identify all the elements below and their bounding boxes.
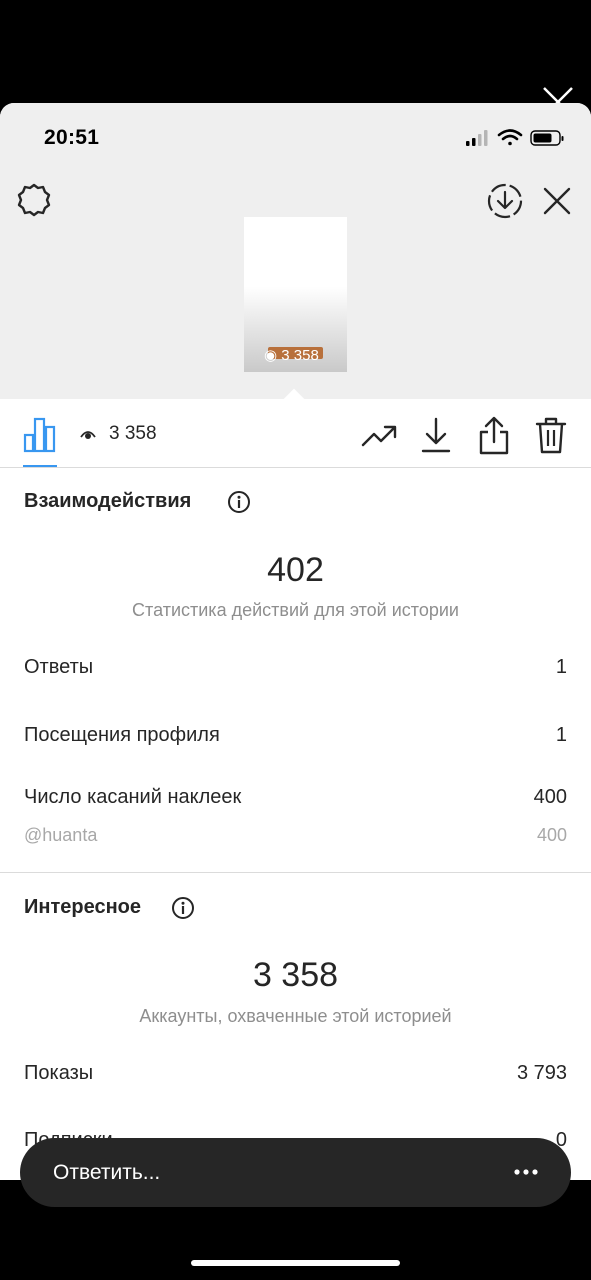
discovery-info-icon[interactable]: [171, 896, 195, 920]
insights-sheet: 20:51 ◉ 3 358 3 358 Взаимодействия 402 С…: [0, 103, 591, 1180]
insights-toolbar: 3 358: [0, 399, 591, 468]
profile-visits-value: 1: [555, 724, 567, 746]
interactions-caption: Статистика действий для этой истории: [132, 600, 459, 620]
replies-value: 1: [555, 656, 567, 678]
settings-gear-icon[interactable]: [16, 182, 52, 218]
insights-bar-chart-icon[interactable]: [23, 417, 57, 453]
sticker-taps-value: 400: [533, 786, 567, 808]
discovery-caption: Аккаунты, охваченные этой историей: [139, 1006, 452, 1026]
home-indicator: [191, 1260, 400, 1266]
views-count[interactable]: 3 358: [109, 423, 157, 445]
impressions-value: 3 793: [516, 1062, 567, 1084]
thumbnail-views-label: ◉ 3 358: [264, 347, 319, 364]
profile-visits-label: Посещения профиля: [24, 724, 220, 746]
section-divider: [0, 872, 591, 873]
reply-input[interactable]: Ответить...: [20, 1138, 571, 1207]
reply-placeholder: Ответить...: [53, 1161, 161, 1184]
eye-icon: [80, 431, 96, 439]
discovery-title: Интересное: [24, 896, 141, 918]
save-story-icon[interactable]: [486, 182, 524, 220]
signal-icon: [466, 130, 488, 146]
eye-icon: ◉: [264, 347, 278, 364]
interactions-total: 402: [267, 551, 324, 589]
replies-label: Ответы: [24, 656, 94, 678]
story-thumbnail[interactable]: ◉ 3 358: [244, 217, 347, 372]
status-icons: [466, 129, 564, 146]
interactions-info-icon[interactable]: [227, 490, 251, 514]
wifi-icon: [497, 129, 523, 146]
download-icon[interactable]: [421, 417, 451, 455]
story-header: 20:51 ◉ 3 358: [0, 103, 591, 399]
share-icon[interactable]: [478, 416, 510, 456]
more-options-icon[interactable]: [513, 1160, 539, 1184]
impressions-label: Показы: [24, 1062, 94, 1084]
delete-trash-icon[interactable]: [535, 417, 567, 455]
interactions-title: Взаимодействия: [24, 490, 192, 512]
insights-tab-indicator: [23, 465, 57, 467]
sticker-mention-label[interactable]: @huanta: [24, 825, 97, 846]
battery-icon: [530, 130, 564, 146]
discovery-total: 3 358: [252, 956, 339, 994]
status-time: 20:51: [44, 126, 100, 149]
close-icon[interactable]: [542, 186, 572, 216]
sticker-taps-label: Число касаний наклеек: [24, 786, 242, 808]
promote-trend-icon[interactable]: [361, 423, 397, 449]
sticker-mention-value: 400: [536, 825, 567, 845]
